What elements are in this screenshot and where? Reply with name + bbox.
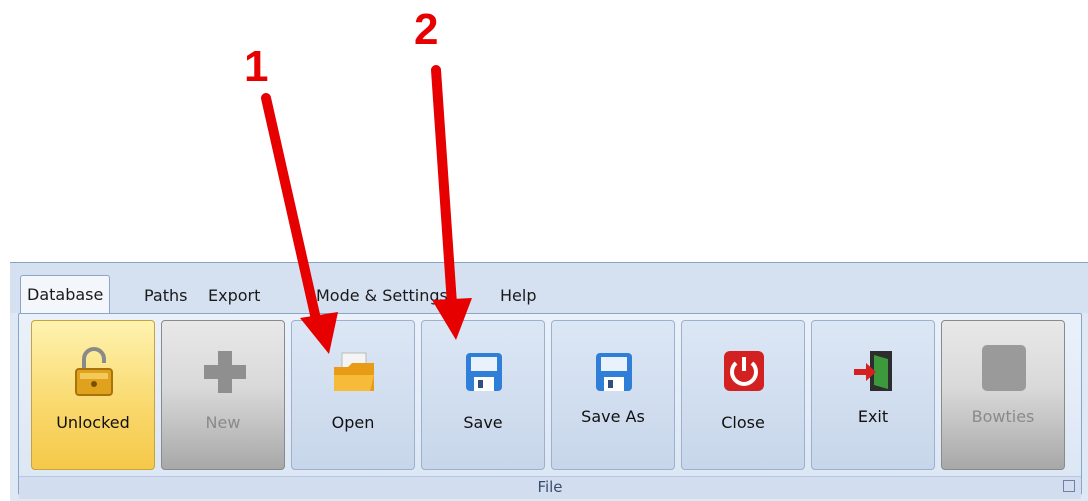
save-button[interactable]: Save [421,320,545,470]
tab-mode-settings[interactable]: Mode & Settings [310,281,454,311]
tab-export[interactable]: Export [202,281,266,311]
close-label: Close [721,413,765,432]
exit-label: Exit [857,407,889,426]
file-group-panel: Unlocked New Open Save Save As Close Exi… [18,313,1082,499]
plus-icon [204,351,246,393]
ribbon: Database Paths Export Mode & Settings He… [10,262,1088,501]
bowties-button[interactable]: Bowties [941,320,1065,470]
unlocked-label: Unlocked [56,413,130,432]
open-folder-icon [334,352,374,391]
save-as-label: Save As [581,407,645,426]
ribbon-tab-bar: Database Paths Export Mode & Settings He… [10,263,1088,314]
save-label: Save [463,413,503,432]
tab-paths[interactable]: Paths [138,281,193,311]
floppy-disk-icon [596,353,632,391]
tab-database[interactable]: Database [20,275,111,314]
padlock-open-icon [75,347,113,396]
bowtie-placeholder-icon [982,345,1026,391]
tab-help[interactable]: Help [494,281,542,311]
new-label: New [205,413,241,432]
floppy-disk-icon [466,353,502,391]
unlocked-button[interactable]: Unlocked [31,320,155,470]
exit-door-icon [854,351,892,391]
open-label: Open [331,413,375,432]
new-button[interactable]: New [161,320,285,470]
open-button[interactable]: Open [291,320,415,470]
bowties-label: Bowties [971,407,1035,426]
close-button[interactable]: Close [681,320,805,470]
exit-button[interactable]: Exit [811,320,935,470]
save-as-button[interactable]: Save As [551,320,675,470]
dialog-launcher-icon[interactable] [1063,480,1075,492]
annotation-number-2: 2 [414,5,439,54]
power-icon [724,351,764,391]
annotation-number-1: 1 [244,42,269,91]
file-group-label: File [19,476,1081,499]
